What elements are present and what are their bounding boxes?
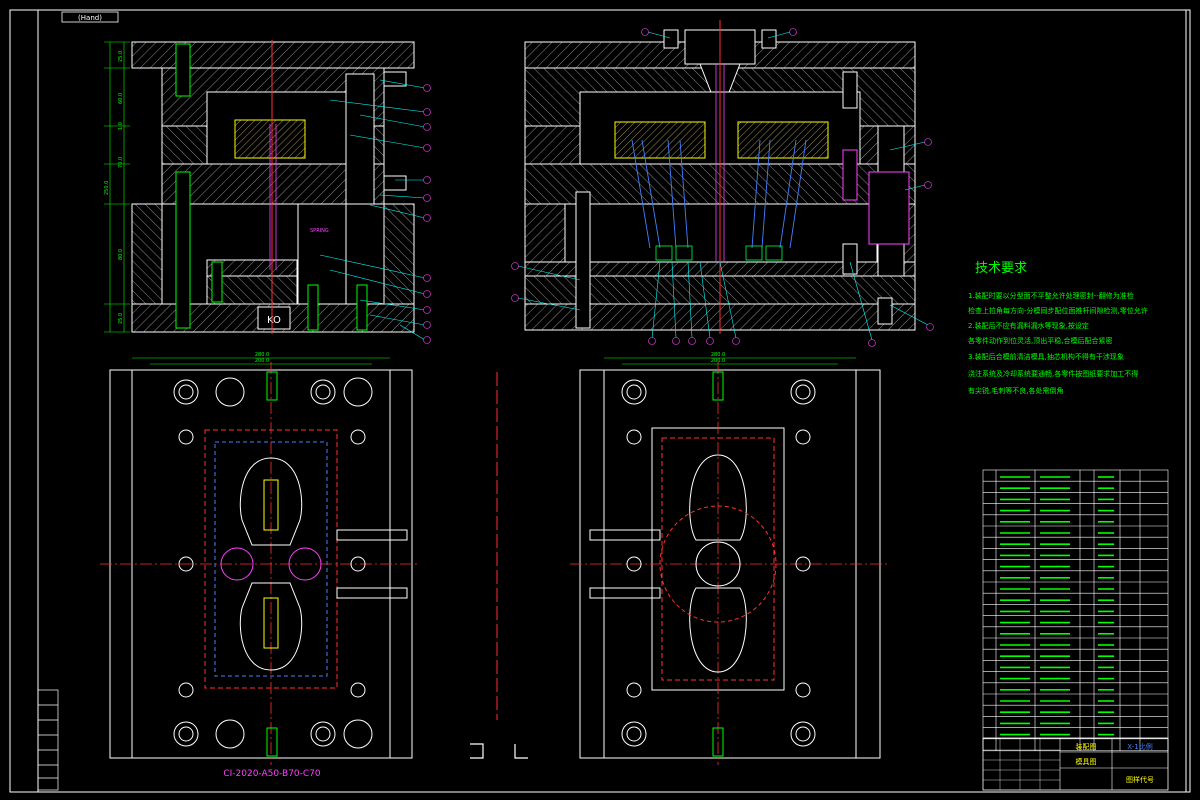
title-block: 装配图 X-1比例 模具图 图样代号 bbox=[982, 737, 1169, 791]
section-view-left: KO SPRING 250.0 25.0 60.0 1.0 70.0 80.0 bbox=[104, 40, 415, 334]
dim-h-1: 60.0 bbox=[118, 93, 124, 104]
tech-line-1: 1.装配时要以分型面不平整允许处理密封--翻修为准检 bbox=[968, 291, 1134, 300]
tech-line-7: 有尖锐,毛刺等不良,各处需倒角 bbox=[968, 386, 1063, 395]
tech-line-5: 3.装配后合模前清洁模具,抽芯机构不得有干涉现象 bbox=[968, 352, 1124, 361]
corner-mark-left bbox=[470, 743, 484, 759]
tech-title: 技术要求 bbox=[975, 261, 1027, 276]
dim-h-3: 70.0 bbox=[118, 157, 124, 168]
dim-h-5: 25.0 bbox=[118, 313, 124, 324]
dim-h-4: 80.0 bbox=[118, 249, 124, 260]
technical-requirements: 技术要求 1.装配时要以分型面不平整允许处理密封--翻修为准检 检查上拉角每方向… bbox=[968, 261, 1148, 395]
parts-list-table bbox=[982, 469, 1169, 752]
tech-line-6: 浇注系统及冷却系统要通畅,各零件按图纸要求加工不得 bbox=[968, 369, 1138, 378]
title-assembly: 装配图 bbox=[1076, 742, 1097, 751]
dim-height-total: 250.0 bbox=[104, 181, 110, 195]
spring-label-left: SPRING bbox=[310, 228, 329, 234]
dim-h-0: 25.0 bbox=[118, 51, 124, 62]
title-mold: 模具图 bbox=[1076, 757, 1097, 766]
corner-mark-right bbox=[514, 744, 528, 759]
dim-width-inner-right: 200.0 bbox=[711, 358, 725, 364]
plan-view-right: 280.0 200.0 bbox=[570, 352, 890, 765]
dim-h-2: 1.0 bbox=[118, 122, 124, 130]
revision-strip bbox=[37, 689, 59, 791]
cad-drawing-sheet: (Hand) KO SPRING 250.0 25.0 60.0 1.0 70.… bbox=[9, 9, 1191, 793]
tech-line-3: 2.装配后不应有漏料漏水等现象,按设定 bbox=[968, 321, 1089, 330]
title-scale: X-1比例 bbox=[1127, 742, 1152, 751]
tech-line-2: 检查上拉角每方向-分模同步配位面推杆间隙检测,零位允许 bbox=[968, 306, 1148, 315]
ko-label: KO bbox=[267, 315, 281, 326]
base-label: CI-2020-A50-B70-C70 bbox=[223, 769, 321, 779]
plan-view-left: 280.0 200.0 CI-2020-A50-B70-C70 bbox=[100, 352, 420, 779]
section-view-right bbox=[524, 20, 916, 334]
title-code: 图样代号 bbox=[1126, 775, 1154, 784]
drawing-tag: (Hand) bbox=[78, 14, 102, 22]
tech-line-4: 各零件动作到位灵活,顶出平稳,合模后配合紧密 bbox=[968, 336, 1112, 345]
dim-width-inner-left: 200.0 bbox=[255, 358, 269, 364]
